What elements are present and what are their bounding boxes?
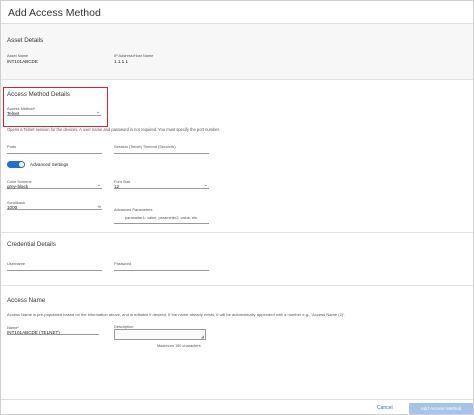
password-field[interactable]: Password xyxy=(114,260,209,271)
cancel-button[interactable]: Cancel xyxy=(377,405,393,411)
advanced-parameters-field[interactable]: Advanced Parameters parameter1: value, p… xyxy=(114,207,209,224)
description-counter: Maximum 150 characters xyxy=(157,343,201,348)
dialog-title: Add Access Method xyxy=(8,7,101,19)
toggle-knob xyxy=(19,162,24,167)
asset-name-value: INT101ABCDE xyxy=(7,59,38,64)
section-divider xyxy=(1,232,473,233)
username-field[interactable]: Username xyxy=(7,260,102,271)
access-name-hint: Access Name is pre-populated based on th… xyxy=(7,312,346,317)
description-input[interactable]: ◢ xyxy=(114,329,206,340)
asset-section xyxy=(1,24,473,79)
section-divider xyxy=(1,79,473,80)
ip-label: IP Address/Host Name xyxy=(114,53,154,58)
session-timeout-label: Session (Telnet) Timeout (Seconds) xyxy=(114,144,176,149)
advanced-settings-label: Advanced Settings xyxy=(30,162,69,167)
ports-label: Ports xyxy=(7,144,17,149)
chevron-down-icon: ⌄ xyxy=(96,182,101,188)
password-label: Password xyxy=(114,261,132,266)
scrollback-field[interactable]: Scrollback 1000 % xyxy=(7,199,102,210)
advanced-parameters-placeholder: parameter1: value, parameter2: value, et… xyxy=(125,215,199,220)
asset-name-label: Asset Name xyxy=(7,53,29,58)
advanced-parameters-label: Advanced Parameters xyxy=(114,207,153,212)
session-timeout-field[interactable]: Session (Telnet) Timeout (Seconds) xyxy=(114,143,209,154)
font-size-value: 12 xyxy=(114,183,120,189)
access-name-section-title: Access Name xyxy=(7,297,46,304)
asset-section-title: Asset Details xyxy=(7,37,44,44)
scrollback-value: 1000 xyxy=(7,204,18,210)
credential-section-title: Credential Details xyxy=(7,241,56,248)
color-scheme-value: grey-black xyxy=(7,183,29,189)
telnet-hint: Opens a Telnet session for the devices. … xyxy=(7,127,220,132)
username-label: Username xyxy=(7,261,25,266)
add-access-method-button[interactable]: Add Access Method xyxy=(409,403,473,414)
color-scheme-select[interactable]: Color Scheme grey-black ⌄ xyxy=(7,178,102,189)
footer-divider xyxy=(1,399,473,400)
font-size-select[interactable]: Font Size 12 ⌄ xyxy=(114,178,209,189)
chevron-down-icon: ⌄ xyxy=(203,182,208,188)
add-access-method-dialog: Add Access Method Asset Details Asset Na… xyxy=(0,0,474,415)
scrollback-unit: % xyxy=(97,204,101,209)
advanced-settings-toggle[interactable] xyxy=(7,161,25,168)
name-field[interactable]: Name* INT101ABCDE (TELNET) xyxy=(7,324,99,335)
access-method-highlight xyxy=(3,87,108,127)
ports-field[interactable]: Ports xyxy=(7,143,102,154)
access-name-section xyxy=(1,286,473,399)
resize-handle-icon[interactable]: ◢ xyxy=(201,334,204,339)
name-value: INT101ABCDE (TELNET) xyxy=(7,329,60,335)
ip-value: 1.1.1.1 xyxy=(114,59,129,64)
